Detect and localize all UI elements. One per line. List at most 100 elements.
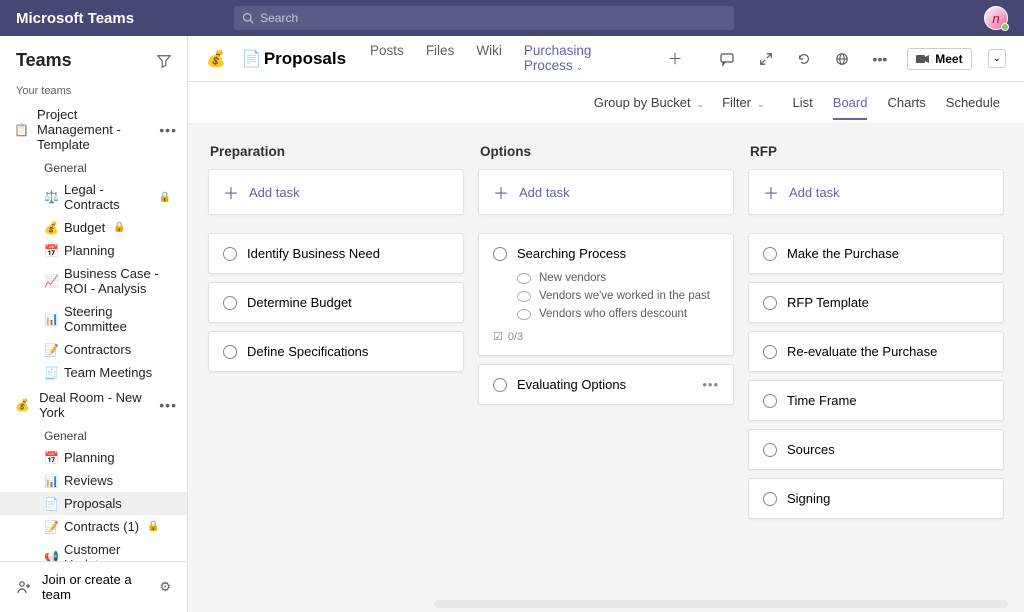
channel-tabbar: 💰 📄 Proposals PostsFilesWikiPurchasing P… — [188, 36, 1024, 82]
complete-radio[interactable] — [493, 378, 507, 392]
channel-icon: 📝 — [44, 520, 58, 534]
globe-icon[interactable] — [831, 52, 853, 66]
channel-icon: 📄 — [44, 497, 58, 511]
channel-item[interactable]: 📈 Business Case - ROI - Analysis — [0, 262, 187, 300]
add-task-button[interactable]: ＋Add task — [478, 169, 734, 215]
view-schedule[interactable]: Schedule — [946, 95, 1000, 110]
team-more-icon[interactable]: ••• — [159, 122, 177, 138]
complete-radio[interactable] — [763, 296, 777, 310]
complete-radio[interactable] — [223, 247, 237, 261]
channel-name: Proposals — [64, 496, 122, 511]
task-card[interactable]: Re-evaluate the Purchase — [748, 331, 1004, 372]
checklist-radio[interactable] — [517, 291, 531, 302]
horizontal-scrollbar[interactable] — [434, 600, 1008, 608]
view-charts[interactable]: Charts — [887, 95, 925, 110]
view-list[interactable]: List — [793, 95, 813, 110]
complete-radio[interactable] — [223, 345, 237, 359]
user-avatar[interactable]: n — [984, 6, 1008, 30]
complete-radio[interactable] — [223, 296, 237, 310]
filter-dropdown[interactable]: Filter⌄ — [722, 95, 764, 110]
bucket: RFP＋Add taskMake the PurchaseRFP Templat… — [748, 144, 1004, 527]
channel-item[interactable]: 📄 Proposals — [0, 492, 187, 515]
presence-indicator — [1001, 23, 1009, 31]
bucket: Options＋Add taskSearching ProcessNew ven… — [478, 144, 734, 527]
channel-name: Planning — [64, 450, 115, 465]
lock-icon: 🔒 — [113, 222, 125, 233]
more-icon[interactable]: ••• — [869, 51, 892, 67]
channel-item[interactable]: 📝Contractors — [0, 338, 187, 361]
refresh-icon[interactable] — [793, 52, 815, 66]
card-title: Re-evaluate the Purchase — [787, 344, 937, 359]
team-row[interactable]: 💰Deal Room - New York••• — [0, 384, 187, 426]
task-card[interactable]: Signing — [748, 478, 1004, 519]
checklist-item[interactable]: Vendors who offers descount — [517, 307, 710, 320]
channel-icon: 📈 — [44, 274, 58, 288]
complete-radio[interactable] — [763, 492, 777, 506]
general-channel[interactable]: General — [0, 158, 187, 178]
task-card[interactable]: RFP Template — [748, 282, 1004, 323]
card-more-icon[interactable]: ••• — [702, 377, 719, 392]
channel-icon: 💰 — [44, 221, 58, 235]
channel-name: Customer Updates — [64, 542, 171, 561]
add-task-button[interactable]: ＋Add task — [208, 169, 464, 215]
add-task-button[interactable]: ＋Add task — [748, 169, 1004, 215]
card-title: Searching Process — [517, 246, 626, 261]
checklist-radio[interactable] — [517, 309, 531, 320]
reply-icon[interactable] — [715, 51, 739, 67]
complete-radio[interactable] — [493, 247, 507, 261]
complete-radio[interactable] — [763, 394, 777, 408]
tab-wiki[interactable]: Wiki — [474, 31, 504, 87]
search-input[interactable]: Search — [234, 6, 734, 30]
group-by-dropdown[interactable]: Group by Bucket⌄ — [594, 95, 704, 110]
team-row[interactable]: 📋Project Management - Template••• — [0, 101, 187, 158]
card-title: Define Specifications — [247, 344, 368, 359]
complete-radio[interactable] — [763, 345, 777, 359]
join-create-team[interactable]: Join or create a team ⚙ — [0, 561, 187, 612]
channel-item[interactable]: 📅Planning — [0, 446, 187, 469]
general-channel[interactable]: General — [0, 426, 187, 446]
plus-icon: ＋ — [223, 180, 239, 204]
meet-dropdown[interactable]: ⌄ — [988, 49, 1006, 68]
bucket: Preparation＋Add taskIdentify Business Ne… — [208, 144, 464, 527]
task-card[interactable]: Determine Budget — [208, 282, 464, 323]
tab-posts[interactable]: Posts — [368, 31, 406, 87]
task-card[interactable]: Make the Purchase — [748, 233, 1004, 274]
tab-files[interactable]: Files — [424, 31, 457, 87]
task-card[interactable]: Time Frame — [748, 380, 1004, 421]
card-title: Determine Budget — [247, 295, 352, 310]
checklist-radio[interactable] — [517, 273, 531, 284]
channel-item[interactable]: 🧾Team Meetings — [0, 361, 187, 384]
add-tab-button[interactable]: ＋ — [668, 48, 683, 69]
card-title: Sources — [787, 442, 835, 457]
channel-name: Legal - Contracts — [64, 182, 151, 212]
channel-item[interactable]: 📅Planning — [0, 239, 187, 262]
channel-item[interactable]: 📝Contracts (1)🔒 — [0, 515, 187, 538]
task-card[interactable]: Evaluating Options••• — [478, 364, 734, 405]
channel-item[interactable]: 📊Steering Committee — [0, 300, 187, 338]
channel-item[interactable]: ⚖️Legal - Contracts🔒 — [0, 178, 187, 216]
channel-item[interactable]: 📊 Reviews — [0, 469, 187, 492]
task-card[interactable]: Define Specifications — [208, 331, 464, 372]
card-title: RFP Template — [787, 295, 869, 310]
channel-name: Business Case - ROI - Analysis — [64, 266, 171, 296]
task-card[interactable]: Searching Process New vendors Vendors we'v… — [478, 233, 734, 356]
expand-icon[interactable] — [755, 52, 777, 66]
sidebar-title: Teams — [16, 50, 72, 71]
meet-button[interactable]: Meet — [907, 48, 971, 70]
channel-item[interactable]: 💰Budget🔒 — [0, 216, 187, 239]
channel-item[interactable]: 📢Customer Updates — [0, 538, 187, 561]
team-icon: 💰 — [14, 395, 31, 415]
view-board[interactable]: Board — [833, 95, 868, 120]
complete-radio[interactable] — [763, 247, 777, 261]
channel-name: Reviews — [64, 473, 113, 488]
filter-icon[interactable] — [157, 54, 171, 68]
checklist-item[interactable]: New vendors — [517, 271, 710, 284]
settings-icon[interactable]: ⚙ — [159, 579, 171, 595]
task-card[interactable]: Sources — [748, 429, 1004, 470]
channel-icon: 📊 — [44, 474, 58, 488]
task-card[interactable]: Identify Business Need — [208, 233, 464, 274]
team-more-icon[interactable]: ••• — [159, 397, 177, 413]
tab-purchasing-process[interactable]: Purchasing Process⌄ — [522, 31, 652, 87]
checklist-item[interactable]: Vendors we've worked in the past — [517, 289, 710, 302]
complete-radio[interactable] — [763, 443, 777, 457]
